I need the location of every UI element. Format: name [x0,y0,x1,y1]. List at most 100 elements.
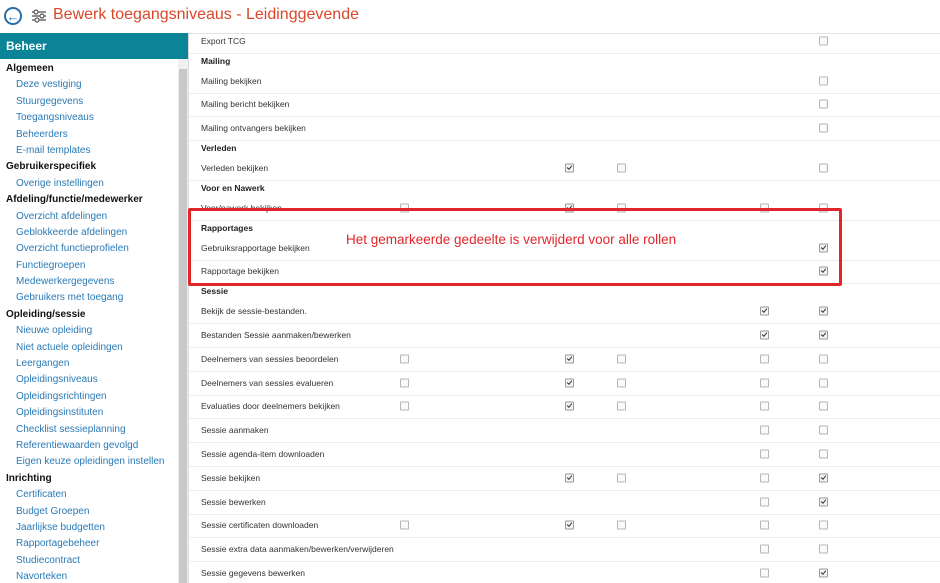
checkbox-unchecked[interactable] [819,425,828,435]
checkbox-checked[interactable] [565,203,574,213]
checkbox-checked[interactable] [760,330,769,340]
sidebar-scrollbar[interactable] [178,59,188,583]
checkbox-unchecked[interactable] [819,449,828,459]
checkbox-unchecked[interactable] [760,378,769,388]
checkbox-unchecked[interactable] [400,203,409,213]
sidebar-item[interactable]: Niet actuele opleidingen [0,340,188,356]
checkbox-unchecked[interactable] [760,425,769,435]
checkbox-unchecked[interactable] [819,36,828,46]
sidebar-item[interactable]: Jaarlijkse budgetten [0,520,188,536]
checkbox-unchecked[interactable] [760,449,769,459]
permission-row: Sessie bekijken [189,466,940,491]
checkbox-unchecked[interactable] [819,76,828,86]
sidebar-item[interactable]: Opleidingsinstituten [0,405,188,421]
checkbox-unchecked[interactable] [760,497,769,507]
app-window: ← Bewerk toegangsniveaus - Leidinggevend… [0,0,940,583]
checkbox-unchecked[interactable] [819,544,828,554]
checkbox-checked[interactable] [819,568,828,578]
checkbox-unchecked[interactable] [760,544,769,554]
checkbox-unchecked[interactable] [760,473,769,483]
permission-label: Mailing ontvangers bekijken [201,123,306,134]
sidebar-item[interactable]: Beheerders [0,127,188,143]
checkbox-unchecked[interactable] [760,568,769,578]
checkbox-checked[interactable] [565,163,574,173]
checkbox-checked[interactable] [565,520,574,530]
sidebar-item[interactable]: Overzicht functieprofielen [0,241,188,257]
checkbox-unchecked[interactable] [760,401,769,411]
sidebar-item[interactable]: Opleidingsniveaus [0,372,188,388]
checkbox-unchecked[interactable] [819,354,828,364]
checkbox-unchecked[interactable] [819,203,828,213]
checkbox-unchecked[interactable] [617,163,626,173]
sidebar-item[interactable]: Nieuwe opleiding [0,323,188,339]
checkbox-unchecked[interactable] [400,401,409,411]
sidebar-item[interactable]: Deze vestiging [0,77,188,93]
sidebar-item[interactable]: E-mail templates [0,143,188,159]
checkbox-checked[interactable] [760,306,769,316]
checkbox-unchecked[interactable] [819,401,828,411]
page-title: Bewerk toegangsniveaus - Leidinggevende [53,6,359,23]
checkbox-unchecked[interactable] [617,473,626,483]
checkbox-checked[interactable] [819,473,828,483]
sidebar-item[interactable]: Toegangsniveaus [0,110,188,126]
permission-label: Evaluaties door deelnemers bekijken [201,401,340,412]
sidebar-item[interactable]: Checklist sessieplanning [0,422,188,438]
checkbox-checked[interactable] [565,354,574,364]
sidebar-item[interactable]: Certificaten [0,487,188,503]
permission-label: Sessie certificaten downloaden [201,520,319,531]
permission-row: Evaluaties door deelnemers bekijken [189,395,940,420]
sidebar-item[interactable]: Leergangen [0,356,188,372]
back-arrow-icon[interactable]: ← [4,7,22,25]
checkbox-unchecked[interactable] [617,378,626,388]
checkbox-unchecked[interactable] [760,520,769,530]
sidebar-item[interactable]: Opleidingsrichtingen [0,389,188,405]
section-title: Verleden [201,143,237,154]
checkbox-unchecked[interactable] [819,378,828,388]
permission-row: Verleden bekijken [189,156,940,181]
permission-label: Voor/nawerk bekijken [201,202,282,213]
checkbox-unchecked[interactable] [760,354,769,364]
permission-row: Deelnemers van sessies evalueren [189,371,940,396]
checkbox-unchecked[interactable] [819,520,828,530]
sidebar-item[interactable]: Stuurgegevens [0,94,188,110]
sidebar-item[interactable]: Overzicht afdelingen [0,209,188,225]
checkbox-unchecked[interactable] [400,378,409,388]
checkbox-unchecked[interactable] [819,123,828,133]
checkbox-unchecked[interactable] [617,520,626,530]
checkbox-unchecked[interactable] [819,99,828,109]
checkbox-checked[interactable] [819,243,828,253]
checkbox-checked[interactable] [819,306,828,316]
sidebar-header: Beheer [0,33,188,59]
sidebar-item[interactable]: Rapportagebeheer [0,536,188,552]
checkbox-checked[interactable] [819,330,828,340]
permission-row: Sessie agenda-item downloaden [189,442,940,467]
permission-label: Mailing bericht bekijken [201,99,290,110]
scrollbar-thumb[interactable] [179,69,187,583]
permission-label: Deelnemers van sessies evalueren [201,377,334,388]
permission-row: Deelnemers van sessies beoordelen [189,347,940,372]
checkbox-unchecked[interactable] [617,401,626,411]
sidebar-item[interactable]: Budget Groepen [0,504,188,520]
sidebar-menu: Algemeen Deze vestiging Stuurgegevens Toega… [0,59,188,583]
sidebar-item[interactable]: Studiecontract [0,553,188,569]
checkbox-unchecked[interactable] [400,520,409,530]
checkbox-checked[interactable] [819,497,828,507]
checkbox-unchecked[interactable] [819,163,828,173]
sidebar-item[interactable]: Gebruikers met toegang [0,290,188,306]
checkbox-checked[interactable] [819,266,828,276]
sidebar-item[interactable]: Eigen keuze opleidingen instellen [0,454,188,470]
permission-row: Sessie aanmaken [189,418,940,444]
sidebar-item[interactable]: Overige instellingen [0,176,188,192]
checkbox-unchecked[interactable] [617,203,626,213]
checkbox-unchecked[interactable] [400,354,409,364]
sidebar-item[interactable]: Referentiewaarden gevolgd [0,438,188,454]
checkbox-checked[interactable] [565,378,574,388]
sidebar-item[interactable]: Medewerkergegevens [0,274,188,290]
sidebar-item[interactable]: Geblokkeerde afdelingen [0,225,188,241]
sidebar-item[interactable]: Functiegroepen [0,258,188,274]
checkbox-unchecked[interactable] [617,354,626,364]
checkbox-unchecked[interactable] [760,203,769,213]
checkbox-checked[interactable] [565,401,574,411]
sidebar-item[interactable]: Navorteken [0,569,188,583]
checkbox-checked[interactable] [565,473,574,483]
